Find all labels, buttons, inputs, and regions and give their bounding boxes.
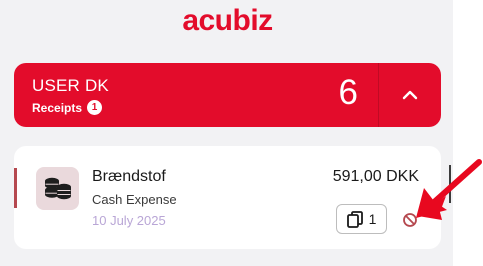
user-name: USER DK xyxy=(32,76,109,95)
user-card-header[interactable]: USER DK Receipts 1 6 xyxy=(14,63,378,127)
receipts-label: Receipts xyxy=(32,100,83,115)
user-card: USER DK Receipts 1 6 xyxy=(14,63,441,127)
chevron-up-icon xyxy=(402,90,418,100)
attachments-button[interactable]: 1 xyxy=(336,204,387,234)
copy-icon xyxy=(346,210,363,228)
prohibited-icon[interactable] xyxy=(402,212,418,228)
receipts-count-badge: 1 xyxy=(87,100,103,115)
collapse-button[interactable] xyxy=(378,63,441,127)
scroll-indicator xyxy=(449,165,451,203)
attachments-count: 1 xyxy=(368,211,377,227)
receipt-date: 10 July 2025 xyxy=(92,213,166,228)
receipt-card[interactable]: Brændstof Cash Expense 10 July 2025 591,… xyxy=(14,146,441,249)
coins-stack-icon xyxy=(44,177,71,199)
receipt-amount: 591,00 DKK xyxy=(332,168,419,185)
user-expense-count: 6 xyxy=(338,73,358,112)
receipt-category-tile xyxy=(36,167,79,210)
receipt-type: Cash Expense xyxy=(92,192,177,207)
receipts-summary: Receipts 1 xyxy=(32,100,103,115)
receipt-status-bar xyxy=(14,168,17,208)
acubiz-logo: acubiz xyxy=(182,4,273,37)
receipt-title: Brændstof xyxy=(92,168,166,185)
